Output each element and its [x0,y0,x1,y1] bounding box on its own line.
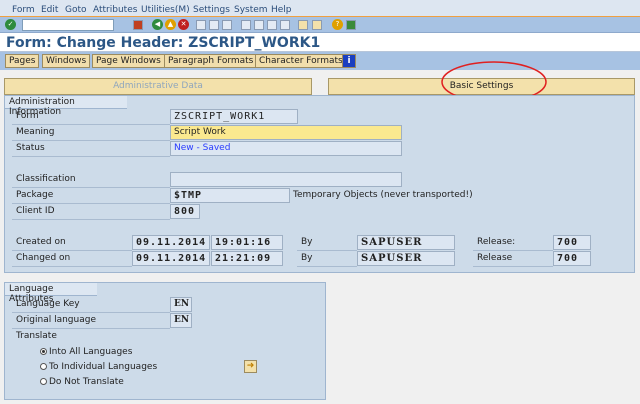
previous-page-icon[interactable] [254,20,264,30]
find-next-icon[interactable] [222,20,232,30]
choose-languages-arrow-icon[interactable]: ➜ [244,360,257,373]
radio-label: Do Not Translate [49,377,124,387]
radio-selected-icon [40,348,47,355]
changed-release: 700 [553,251,591,266]
next-page-icon[interactable] [267,20,277,30]
language-panel: Language Attributes Language Key EN Orig… [4,282,326,400]
translate-label: Translate [16,331,57,341]
title-bar: Form: Change Header: ZSCRIPT_WORK1 [0,33,640,52]
created-date: 09.11.2014 [132,235,210,250]
menu-attributes[interactable]: Attributes [93,5,137,15]
pages-button[interactable]: Pages [5,54,40,68]
layout-menu-icon[interactable] [346,20,356,30]
package-field: $TMP [170,188,290,203]
radio-into-all-languages[interactable]: Into All Languages [40,346,132,358]
status-value: New - Saved [170,141,402,156]
menu-edit[interactable]: Edit [41,5,58,15]
menu-form[interactable]: Form [12,5,35,15]
changed-time: 21:21:09 [211,251,283,266]
section-header: Language Attributes [5,283,97,304]
changed-by-label: By [297,251,357,267]
package-label: Package [12,188,170,204]
menu-utilities[interactable]: Utilities(M) [141,5,190,15]
administration-panel: Administration Information Form ZSCRIPT_… [4,95,635,273]
shortcut-icon[interactable] [312,20,322,30]
command-field[interactable] [22,19,114,31]
new-session-icon[interactable] [298,20,308,30]
save-icon[interactable] [133,20,143,30]
cancel-icon[interactable]: ✕ [178,19,189,30]
client-id-field: 800 [170,204,200,219]
created-by: SAPUSER [357,235,455,250]
menu-goto[interactable]: Goto [65,5,87,15]
radio-label: To Individual Languages [49,362,158,372]
form-field: ZSCRIPT_WORK1 [170,109,298,124]
status-label: Status [12,141,170,157]
info-icon[interactable]: i [342,54,356,68]
enter-icon[interactable]: ✓ [5,19,16,30]
tab-administrative-data[interactable]: Administrative Data [4,78,312,95]
exit-icon[interactable]: ▲ [165,19,176,30]
created-on-label: Created on [12,235,132,251]
menu-help[interactable]: Help [271,5,292,15]
menu-bar: Form Edit Goto Attributes Utilities(M) S… [0,0,640,17]
changed-date: 09.11.2014 [132,251,210,266]
page-windows-button[interactable]: Page Windows [92,54,165,68]
menu-settings[interactable]: Settings [193,5,230,15]
section-header: Administration Information [5,96,127,117]
print-icon[interactable] [196,20,206,30]
menu-system[interactable]: System [234,5,268,15]
original-language-label: Original language [12,313,170,329]
classification-field [170,172,402,187]
paragraph-formats-button[interactable]: Paragraph Formats [164,54,258,68]
changed-by: SAPUSER [357,251,455,266]
original-language-field: EN [170,313,192,328]
created-release: 700 [553,235,591,250]
last-page-icon[interactable] [280,20,290,30]
meaning-input[interactable]: Script Work [170,125,402,140]
created-release-label: Release: [473,235,553,251]
form-label: Form [12,109,170,125]
changed-on-label: Changed on [12,251,132,267]
created-by-label: By [297,235,357,251]
page-title: Form: Change Header: ZSCRIPT_WORK1 [6,35,321,51]
help-icon[interactable]: ? [332,19,343,30]
client-id-label: Client ID [12,204,170,220]
changed-release-label: Release [473,251,553,267]
windows-button[interactable]: Windows [42,54,91,68]
radio-label: Into All Languages [49,347,133,357]
character-formats-button[interactable]: Character Formats [255,54,347,68]
back-icon[interactable]: ◀ [152,19,163,30]
radio-icon [40,363,47,370]
meaning-label: Meaning [12,125,170,141]
standard-toolbar: ✓ ◀ ▲ ✕ ? [0,17,640,33]
find-icon[interactable] [209,20,219,30]
package-description: Temporary Objects (never transported!) [293,190,473,200]
created-time: 19:01:16 [211,235,283,250]
classification-label: Classification [12,172,170,188]
language-key-field: EN [170,297,192,312]
radio-icon [40,378,47,385]
radio-to-individual-languages[interactable]: To Individual Languages [40,361,157,373]
radio-do-not-translate[interactable]: Do Not Translate [40,376,124,388]
first-page-icon[interactable] [241,20,251,30]
language-key-label: Language Key [12,297,170,313]
